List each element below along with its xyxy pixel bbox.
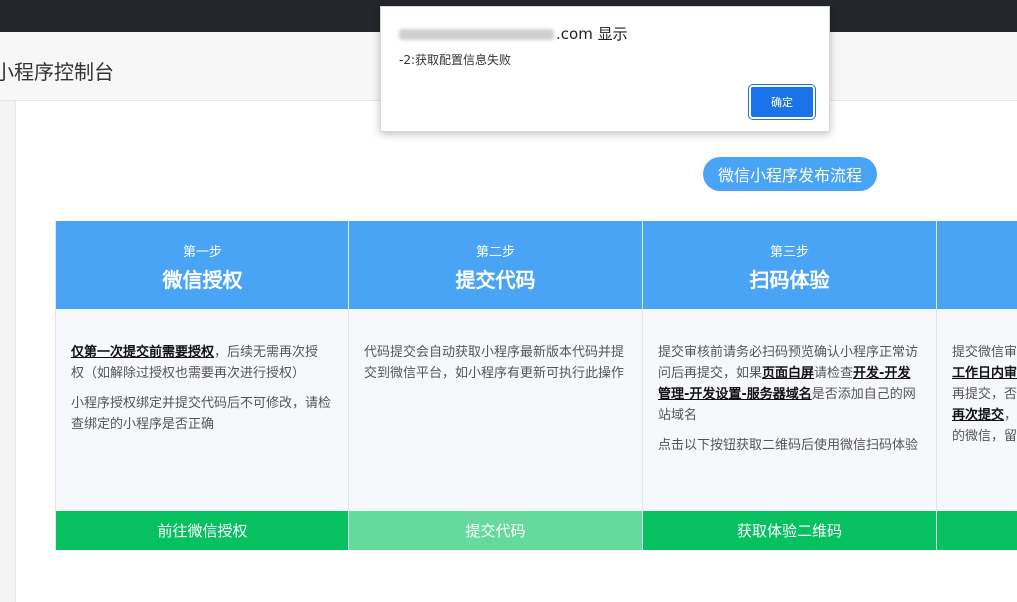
step-header-3: 第三步 扫码体验 bbox=[643, 221, 936, 309]
step-header-1: 第一步 微信授权 bbox=[56, 221, 349, 309]
step-note: 仅第一次提交前需要授权，后续无需再次授权（如解除过授权也需要再次进行授权） bbox=[56, 342, 349, 384]
get-qrcode-button[interactable]: 获取体验二维码 bbox=[643, 511, 936, 550]
publish-flow-button[interactable]: 微信小程序发布流程 bbox=[703, 157, 877, 191]
step-number: 第一步 bbox=[182, 245, 222, 260]
step-header-2: 第二步 提交代码 bbox=[349, 221, 642, 309]
step-title: 提交代码 bbox=[455, 268, 536, 292]
step-description-1: 仅第一次提交前需要授权，后续无需再次授权（如解除过授权也需要再次进行授权） 小程… bbox=[56, 309, 349, 511]
left-sidebar-edge bbox=[0, 101, 16, 602]
step-column-1: 第一步 微信授权 仅第一次提交前需要授权，后续无需再次授权（如解除过授权也需要再… bbox=[55, 221, 349, 550]
step-note-emphasis: 仅第一次提交前需要授权 bbox=[71, 345, 215, 360]
dialog-title: .com 显示 bbox=[399, 23, 628, 44]
dialog-ok-button[interactable]: 确定 bbox=[748, 84, 816, 120]
step-header-4 bbox=[937, 221, 1017, 309]
step-note: 小程序授权绑定并提交代码后不可修改，请检查绑定的小程序是否正确 bbox=[71, 396, 332, 432]
page-title: 小程序控制台 bbox=[0, 60, 114, 84]
dialog-title-text: .com 显示 bbox=[556, 25, 628, 43]
dialog-message: -2:获取配置信息失败 bbox=[399, 53, 512, 67]
step-note: 提交审核前请务必扫码预览确认小程序正常访问后再提交，如果页面白屏请检查开发-开发… bbox=[643, 342, 936, 426]
step-note-emphasis: 工作日内审核 bbox=[952, 366, 1017, 381]
step-note-text: 请检查 bbox=[814, 366, 854, 381]
step-column-4: 提交微信审核 工作日内审核 再提交，否 再次提交， 的微信，留 bbox=[936, 221, 1017, 550]
step-note-text: 再提交，否 bbox=[952, 387, 1017, 402]
steps-table: 第一步 微信授权 仅第一次提交前需要授权，后续无需再次授权（如解除过授权也需要再… bbox=[55, 221, 1017, 551]
step-title: 扫码体验 bbox=[749, 268, 830, 292]
step-description-3: 提交审核前请务必扫码预览确认小程序正常访问后再提交，如果页面白屏请检查开发-开发… bbox=[643, 309, 936, 511]
step-column-3: 第三步 扫码体验 提交审核前请务必扫码预览确认小程序正常访问后再提交，如果页面白… bbox=[642, 221, 936, 550]
step-note: 点击以下按钮获取二维码后使用微信扫码体验 bbox=[658, 438, 919, 453]
blurred-domain bbox=[399, 29, 554, 40]
step-note: 提交微信审核 工作日内审核 再提交，否 再次提交， 的微信，留 bbox=[937, 342, 1017, 447]
wechat-authorize-button[interactable]: 前往微信授权 bbox=[56, 511, 349, 550]
step-note-emphasis: 再次提交 bbox=[952, 408, 1005, 423]
step-note-text: 提交微信审核 bbox=[952, 345, 1017, 360]
step-description-2: 代码提交会自动获取小程序最新版本代码并提交到微信平台，如小程序有更新可执行此操作 bbox=[349, 309, 642, 511]
step-note: 代码提交会自动获取小程序最新版本代码并提交到微信平台，如小程序有更新可执行此操作 bbox=[364, 345, 625, 381]
step-column-2: 第二步 提交代码 代码提交会自动获取小程序最新版本代码并提交到微信平台，如小程序… bbox=[348, 221, 642, 550]
step-4-action-button[interactable] bbox=[937, 511, 1017, 550]
step-number: 第二步 bbox=[475, 245, 515, 260]
step-note-emphasis: 页面白屏 bbox=[762, 366, 815, 381]
step-description-4: 提交微信审核 工作日内审核 再提交，否 再次提交， 的微信，留 bbox=[937, 309, 1017, 511]
step-note-text: 的微信，留 bbox=[952, 429, 1017, 444]
submit-code-button[interactable]: 提交代码 bbox=[349, 511, 642, 550]
step-note-text: ， bbox=[1004, 408, 1017, 423]
step-title: 微信授权 bbox=[162, 268, 243, 292]
alert-dialog: .com 显示 -2:获取配置信息失败 确定 bbox=[380, 6, 830, 132]
step-number: 第三步 bbox=[769, 245, 809, 260]
